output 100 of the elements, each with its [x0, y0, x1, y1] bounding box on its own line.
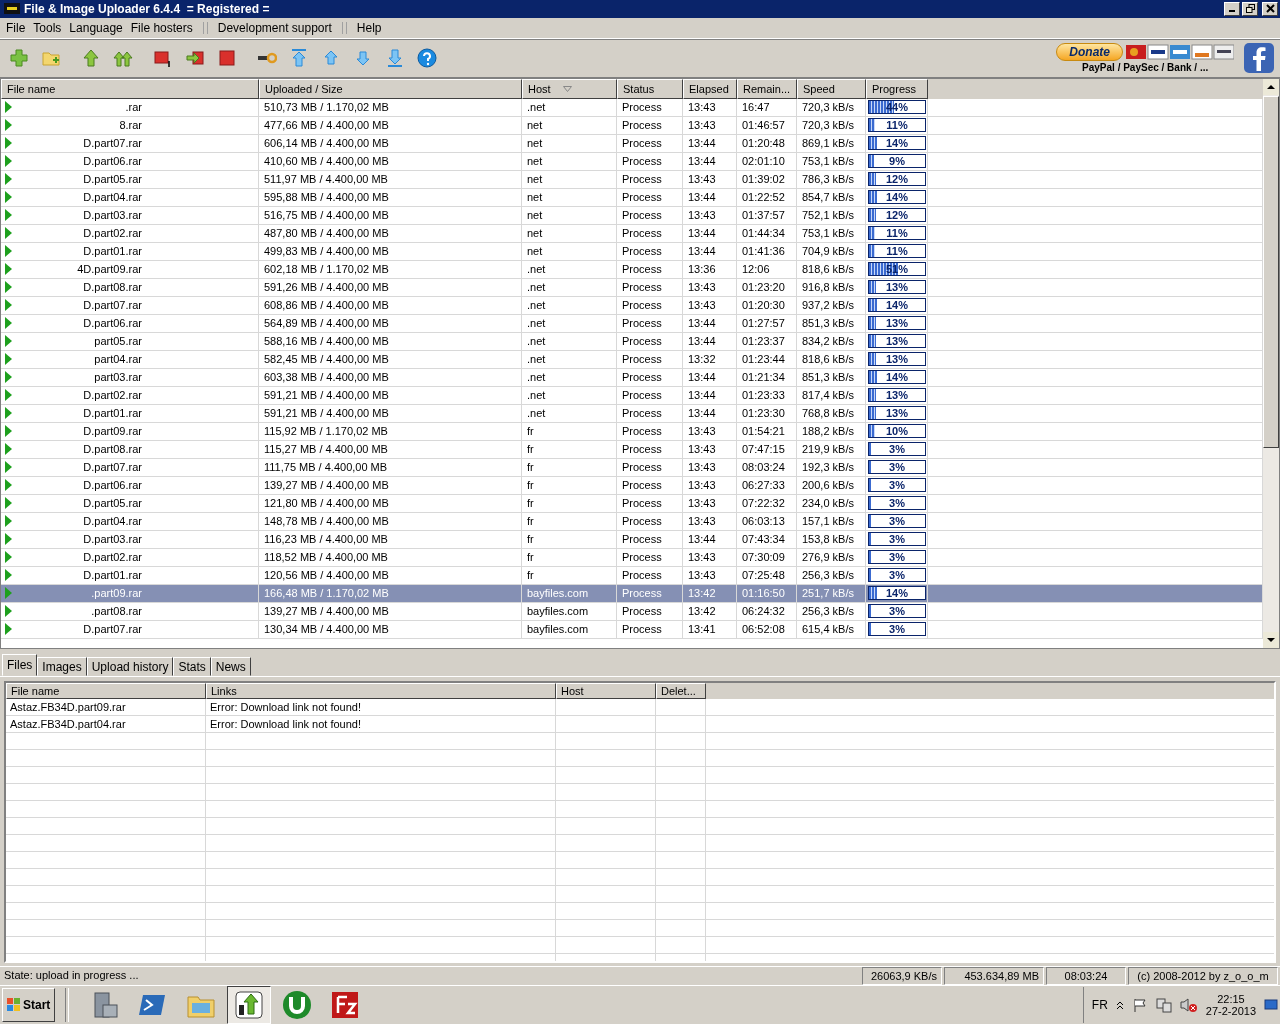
chevron-up-icon[interactable] — [1115, 1000, 1124, 1010]
column-header[interactable]: Links — [206, 682, 556, 699]
upload-app-icon[interactable] — [227, 986, 272, 1024]
table-cell: Process — [617, 206, 683, 225]
column-header[interactable]: File name — [6, 682, 206, 699]
play-icon — [5, 407, 12, 420]
file-name: D.part02.rar — [83, 227, 142, 240]
status-text: 26063,9 KB/s — [862, 967, 942, 985]
play-icon — [5, 281, 12, 294]
menu-item[interactable]: Development support — [213, 20, 336, 35]
upload-row[interactable]: D.part08.rar 115,27 MB / 4.400,00 MB fr Process 13:43 07:47:15 219,9 kB/s 3% — [1, 440, 1263, 459]
restore-button[interactable] — [1242, 1, 1258, 16]
upload-row[interactable]: D.part07.rar 130,34 MB / 4.400,00 MB bayfiles.com Process 13:41 06:52:08 615,4 kB/s 3% — [1, 620, 1263, 639]
upload-row[interactable]: D.part07.rar 608,86 MB / 4.400,00 MB .net Process 13:43 01:20:30 937,2 kB/s 14% — [1, 296, 1263, 315]
minimize-button[interactable] — [1224, 1, 1240, 16]
network-icon[interactable] — [1155, 997, 1172, 1013]
upload-row[interactable]: D.part04.rar 148,78 MB / 4.400,00 MB fr Process 13:43 06:03:13 157,1 kB/s 3% — [1, 512, 1263, 531]
column-header[interactable]: Host — [522, 78, 617, 99]
play-icon — [5, 515, 12, 528]
upload-row[interactable]: 8.rar 477,66 MB / 4.400,00 MB net Process 13:43 01:46:57 720,3 kB/s 11% — [1, 116, 1263, 135]
facebook-icon[interactable] — [1244, 43, 1274, 74]
table-cell: 01:23:30 — [737, 404, 797, 423]
flag-icon[interactable] — [1131, 997, 1148, 1013]
upload-row[interactable]: D.part01.rar 591,21 MB / 4.400,00 MB .net Process 13:44 01:23:30 768,8 kB/s 13% — [1, 404, 1263, 423]
sort-arrow-icon — [563, 85, 572, 92]
menu-item[interactable]: Help — [352, 20, 386, 35]
upload-row[interactable]: D.part03.rar 116,23 MB / 4.400,00 MB fr Process 13:44 07:43:34 153,8 kB/s 3% — [1, 530, 1263, 549]
table-cell: fr — [522, 566, 617, 585]
table-cell: 118,52 MB / 4.400,00 MB — [259, 548, 522, 567]
upload-row[interactable]: D.part06.rar 564,89 MB / 4.400,00 MB .net Process 13:44 01:27:57 851,3 kB/s 13% — [1, 314, 1263, 333]
tab[interactable]: News — [210, 656, 251, 676]
table-cell: 13:42 — [683, 602, 737, 621]
column-header[interactable]: Speed — [797, 78, 866, 99]
status-text: (c) 2008-2012 by z_o_o_m — [1128, 967, 1278, 985]
upload-row[interactable]: D.part02.rar 487,80 MB / 4.400,00 MB net Process 13:44 01:44:34 753,1 kB/s 11% — [1, 224, 1263, 243]
upload-row[interactable]: D.part05.rar 511,97 MB / 4.400,00 MB net Process 13:43 01:39:02 786,3 kB/s 12% — [1, 170, 1263, 189]
upload-row[interactable]: D.part02.rar 591,21 MB / 4.400,00 MB .net Process 13:44 01:23:33 817,4 kB/s 13% — [1, 386, 1263, 405]
menu-item[interactable]: Tools — [29, 20, 66, 35]
progress-percent: 3% — [889, 497, 905, 510]
table-cell: 13:43 — [683, 422, 737, 441]
table-cell: 595,88 MB / 4.400,00 MB — [259, 188, 522, 207]
table-cell: 256,3 kB/s — [797, 566, 866, 585]
upload-row[interactable]: D.part06.rar 139,27 MB / 4.400,00 MB fr Process 13:43 06:27:33 200,6 kB/s 3% — [1, 476, 1263, 495]
column-header[interactable]: File name — [1, 78, 259, 99]
clock[interactable]: 22:15 27-2-2013 — [1205, 993, 1256, 1017]
scroll-bar[interactable] — [1263, 78, 1279, 648]
close-button[interactable] — [1262, 1, 1278, 16]
upload-row[interactable]: part03.rar 603,38 MB / 4.400,00 MB .net Process 13:44 01:21:34 851,3 kB/s 14% — [1, 368, 1263, 387]
upload-row[interactable]: D.part08.rar 591,26 MB / 4.400,00 MB .net Process 13:43 01:23:20 916,8 kB/s 13% — [1, 278, 1263, 297]
upload-row[interactable]: part05.rar 588,16 MB / 4.400,00 MB .net Process 13:44 01:23:37 834,2 kB/s 13% — [1, 332, 1263, 351]
play-icon — [5, 335, 12, 348]
column-header[interactable]: Delet... — [656, 682, 706, 699]
column-header[interactable]: Progress — [866, 78, 928, 99]
table-cell: 13:44 — [683, 188, 737, 207]
table-cell: 01:46:57 — [737, 116, 797, 135]
menu-item[interactable]: Language — [65, 20, 127, 35]
table-cell: 588,16 MB / 4.400,00 MB — [259, 332, 522, 351]
upload-row[interactable]: D.part07.rar 606,14 MB / 4.400,00 MB net Process 13:44 01:20:48 869,1 kB/s 14% — [1, 134, 1263, 153]
upload-row[interactable]: D.part06.rar 410,60 MB / 4.400,00 MB net Process 13:44 02:01:10 753,1 kB/s 9% — [1, 152, 1263, 171]
table-cell: 13:43 — [683, 116, 737, 135]
scroll-down-icon[interactable] — [1263, 631, 1279, 648]
menu-item[interactable]: File hosters — [126, 20, 197, 35]
show-desktop-icon[interactable] — [1264, 998, 1278, 1012]
upload-row[interactable]: D.part01.rar 499,83 MB / 4.400,00 MB net Process 13:44 01:41:36 704,9 kB/s 11% — [1, 242, 1263, 261]
file-name: D.part08.rar — [83, 443, 142, 456]
language-indicator[interactable]: FR — [1091, 998, 1108, 1012]
progress-percent: 3% — [889, 443, 905, 456]
table-cell: 13:43 — [683, 206, 737, 225]
upload-row[interactable]: D.part01.rar 120,56 MB / 4.400,00 MB fr Process 13:43 07:25:48 256,3 kB/s 3% — [1, 566, 1263, 585]
upload-row[interactable]: D.part03.rar 516,75 MB / 4.400,00 MB net Process 13:43 01:37:57 752,1 kB/s 12% — [1, 206, 1263, 225]
table-cell: 13:43 — [683, 296, 737, 315]
scroll-up-icon[interactable] — [1263, 78, 1279, 95]
upload-row[interactable]: D.part04.rar 595,88 MB / 4.400,00 MB net Process 13:44 01:22:52 854,7 kB/s 14% — [1, 188, 1263, 207]
column-header[interactable]: Remain... — [737, 78, 797, 99]
column-header[interactable]: Uploaded / Size — [259, 78, 522, 99]
column-header[interactable]: Host — [556, 682, 656, 699]
table-cell: 166,48 MB / 1.170,02 MB — [259, 584, 522, 603]
upload-row[interactable]: part04.rar 582,45 MB / 4.400,00 MB .net Process 13:32 01:23:44 818,6 kB/s 13% — [1, 350, 1263, 369]
column-header[interactable]: Status — [617, 78, 683, 99]
table-cell: 07:25:48 — [737, 566, 797, 585]
play-icon — [5, 533, 12, 546]
tab[interactable]: Stats — [173, 656, 211, 676]
file-name: D.part05.rar — [83, 173, 142, 186]
menu-item[interactable]: File — [2, 20, 30, 35]
speaker-muted-icon[interactable] — [1179, 997, 1198, 1013]
start-button[interactable]: Start — [2, 988, 56, 1022]
upload-row[interactable]: D.part09.rar 115,92 MB / 1.170,02 MB fr Process 13:43 01:54:21 188,2 kB/s 10% — [1, 422, 1263, 441]
tab[interactable]: Files — [2, 653, 38, 676]
tab[interactable]: Images — [37, 656, 87, 676]
upload-row[interactable]: .part08.rar 139,27 MB / 4.400,00 MB bayfiles.com Process 13:42 06:24:32 256,3 kB/s 3% — [1, 602, 1263, 621]
donate-button[interactable]: Donate — [1056, 43, 1123, 62]
upload-row[interactable]: D.part05.rar 121,80 MB / 4.400,00 MB fr Process 13:43 07:22:32 234,0 kB/s 3% — [1, 494, 1263, 513]
column-header[interactable]: Elapsed — [683, 78, 737, 99]
table-cell: 08:03:24 — [737, 458, 797, 477]
table-cell: Process — [617, 260, 683, 279]
upload-row[interactable]: D.part02.rar 118,52 MB / 4.400,00 MB fr Process 13:43 07:30:09 276,9 kB/s 3% — [1, 548, 1263, 567]
table-cell: 13:43 — [683, 512, 737, 531]
play-icon — [5, 425, 12, 438]
tab[interactable]: Upload history — [86, 656, 174, 676]
upload-row[interactable]: D.part07.rar 111,75 MB / 4.400,00 MB fr Process 13:43 08:03:24 192,3 kB/s 3% — [1, 458, 1263, 477]
